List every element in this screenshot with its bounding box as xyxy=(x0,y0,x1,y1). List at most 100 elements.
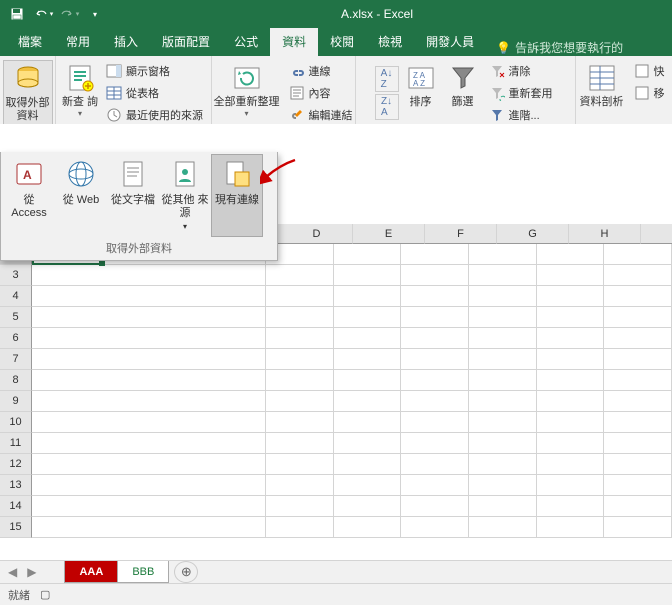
row-header[interactable]: 13 xyxy=(0,475,32,496)
row-header[interactable]: 9 xyxy=(0,391,32,412)
row-header[interactable]: 12 xyxy=(0,454,32,475)
cell[interactable] xyxy=(401,412,469,433)
cell[interactable] xyxy=(32,349,266,370)
cell[interactable] xyxy=(469,286,537,307)
column-header[interactable]: G xyxy=(497,224,569,244)
tab-data[interactable]: 資料 xyxy=(270,28,318,56)
cell[interactable] xyxy=(604,286,672,307)
cell[interactable] xyxy=(604,349,672,370)
row-header[interactable]: 6 xyxy=(0,328,32,349)
cell[interactable] xyxy=(266,433,334,454)
flash-fill-button[interactable]: 快 xyxy=(630,60,669,82)
refresh-all-button[interactable]: 全部重新整理 ▾ xyxy=(211,60,283,132)
cell[interactable] xyxy=(334,454,402,475)
text-to-columns-button[interactable]: 資料剖析 xyxy=(576,60,628,132)
from-other-button[interactable]: 從其他 來源▾ xyxy=(159,154,211,237)
row-header[interactable]: 15 xyxy=(0,517,32,538)
cell[interactable] xyxy=(469,349,537,370)
sort-az-button[interactable]: A↓Z xyxy=(375,66,399,92)
new-query-button[interactable]: 新查 詢 ▾ xyxy=(60,60,100,132)
cell[interactable] xyxy=(401,370,469,391)
cell[interactable] xyxy=(334,475,402,496)
cell[interactable] xyxy=(334,244,402,265)
cell[interactable] xyxy=(32,412,266,433)
tab-home[interactable]: 常用 xyxy=(54,28,102,56)
recent-sources-button[interactable]: 最近使用的來源 xyxy=(102,104,207,126)
cell[interactable] xyxy=(334,307,402,328)
cell[interactable] xyxy=(537,496,605,517)
cell[interactable] xyxy=(469,496,537,517)
cell[interactable] xyxy=(266,349,334,370)
cell[interactable] xyxy=(334,265,402,286)
cell[interactable] xyxy=(537,286,605,307)
cell[interactable] xyxy=(604,454,672,475)
qat-customize-button[interactable]: ▾ xyxy=(84,3,106,25)
cell[interactable] xyxy=(604,496,672,517)
existing-connections-button[interactable]: 現有連線 xyxy=(211,154,263,237)
column-header[interactable]: H xyxy=(569,224,641,244)
row-header[interactable]: 7 xyxy=(0,349,32,370)
cell[interactable] xyxy=(604,307,672,328)
cell[interactable] xyxy=(401,454,469,475)
cell[interactable] xyxy=(334,328,402,349)
cell[interactable] xyxy=(604,391,672,412)
cell[interactable] xyxy=(604,475,672,496)
cell[interactable] xyxy=(604,328,672,349)
cell[interactable] xyxy=(32,391,266,412)
cell[interactable] xyxy=(266,286,334,307)
cell[interactable] xyxy=(469,475,537,496)
cell[interactable] xyxy=(537,370,605,391)
scroll-left-button[interactable]: ◀ xyxy=(8,565,17,579)
filter-button[interactable]: 篩選 xyxy=(443,60,483,132)
cell[interactable] xyxy=(469,307,537,328)
from-text-button[interactable]: 從文字檔 xyxy=(107,154,159,237)
cell[interactable] xyxy=(604,412,672,433)
cell[interactable] xyxy=(334,370,402,391)
cell[interactable] xyxy=(32,328,266,349)
cell[interactable] xyxy=(32,370,266,391)
cell[interactable] xyxy=(32,307,266,328)
connections-button[interactable]: 連線 xyxy=(285,60,357,82)
row-header[interactable]: 5 xyxy=(0,307,32,328)
reapply-button[interactable]: 重新套用 xyxy=(485,82,557,104)
cell[interactable] xyxy=(334,433,402,454)
cell[interactable] xyxy=(334,286,402,307)
cell[interactable] xyxy=(401,265,469,286)
cell[interactable] xyxy=(401,307,469,328)
tab-developer[interactable]: 開發人員 xyxy=(414,28,486,56)
cell[interactable] xyxy=(32,517,266,538)
cell[interactable] xyxy=(334,391,402,412)
cell[interactable] xyxy=(266,391,334,412)
tell-me-search[interactable]: 💡 告訴我您想要執行的 xyxy=(490,39,629,56)
cell[interactable] xyxy=(266,454,334,475)
cell[interactable] xyxy=(537,517,605,538)
cell[interactable] xyxy=(469,244,537,265)
column-header[interactable]: D xyxy=(281,224,353,244)
cell[interactable] xyxy=(469,265,537,286)
cell[interactable] xyxy=(537,244,605,265)
cell[interactable] xyxy=(537,328,605,349)
cell[interactable] xyxy=(401,244,469,265)
tab-formulas[interactable]: 公式 xyxy=(222,28,270,56)
row-header[interactable]: 8 xyxy=(0,370,32,391)
cell[interactable] xyxy=(401,496,469,517)
cell[interactable] xyxy=(266,517,334,538)
cell[interactable] xyxy=(401,328,469,349)
cell[interactable] xyxy=(537,475,605,496)
macro-record-icon[interactable]: ▢ xyxy=(40,588,50,601)
scroll-right-button[interactable]: ▶ xyxy=(27,565,36,579)
redo-button[interactable]: ▾ xyxy=(58,3,80,25)
cell[interactable] xyxy=(537,307,605,328)
cell[interactable] xyxy=(401,517,469,538)
cell[interactable] xyxy=(604,370,672,391)
advanced-filter-button[interactable]: 進階... xyxy=(485,104,557,126)
cell[interactable] xyxy=(401,286,469,307)
cell[interactable] xyxy=(401,391,469,412)
cell[interactable] xyxy=(334,412,402,433)
edit-links-button[interactable]: 編輯連結 xyxy=(285,104,357,126)
cell[interactable] xyxy=(537,349,605,370)
tab-pagelayout[interactable]: 版面配置 xyxy=(150,28,222,56)
cell[interactable] xyxy=(537,412,605,433)
show-queries-button[interactable]: 顯示窗格 xyxy=(102,60,207,82)
column-header[interactable]: E xyxy=(353,224,425,244)
